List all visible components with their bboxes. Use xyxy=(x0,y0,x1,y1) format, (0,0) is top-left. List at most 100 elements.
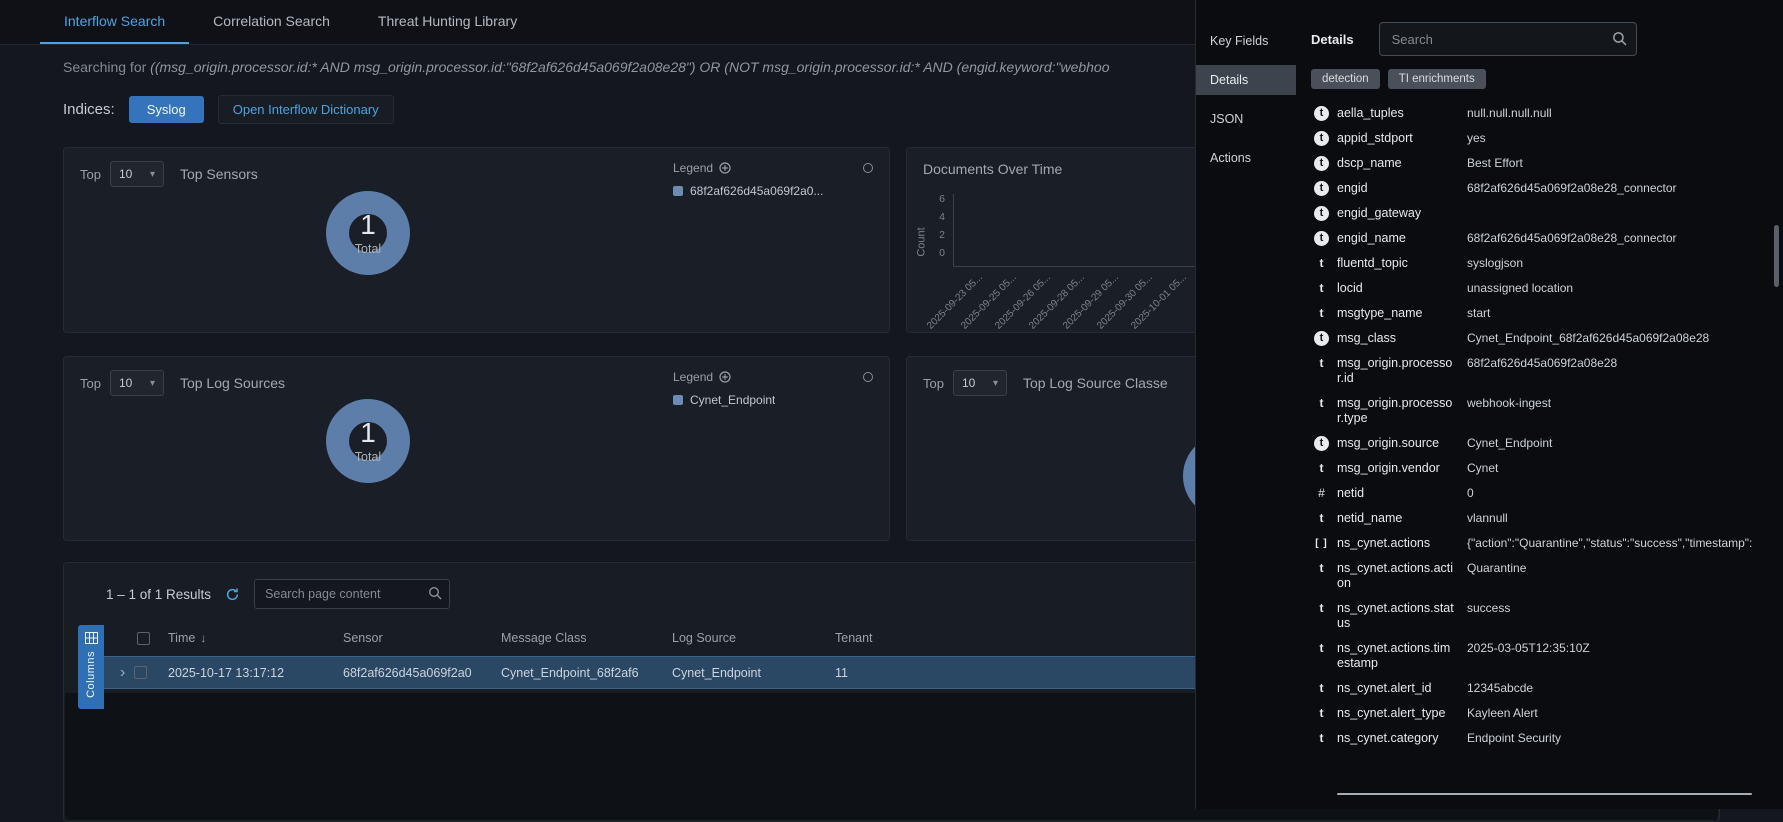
text-type-icon: t xyxy=(1314,256,1329,271)
panel-title: Top Sensors xyxy=(180,166,258,182)
vertical-scrollbar[interactable] xyxy=(1774,225,1779,287)
donut-total-label: Total xyxy=(355,450,381,464)
detail-search-input[interactable] xyxy=(1379,22,1637,56)
page-search-input[interactable] xyxy=(254,579,450,609)
field-row: tmsg_origin.vendorCynet xyxy=(1311,456,1757,481)
top-log-sources-donut-chart[interactable]: 1 Total xyxy=(326,399,410,483)
field-value: syslogjson xyxy=(1467,256,1757,271)
field-name[interactable]: engid_name xyxy=(1337,231,1455,246)
top-sensors-donut-chart[interactable]: 1 Total xyxy=(326,191,410,275)
field-row: tdscp_nameBest Effort xyxy=(1311,151,1757,176)
field-row: tmsgtype_namestart xyxy=(1311,301,1757,326)
field-name[interactable]: ns_cynet.alert_id xyxy=(1337,681,1455,696)
legend-item[interactable]: 68f2af626d45a069f2a0... xyxy=(673,184,845,198)
field-name[interactable]: msg_origin.processor.type xyxy=(1337,396,1455,426)
field-name[interactable]: msg_origin.source xyxy=(1337,436,1455,451)
text-type-icon: t xyxy=(1314,461,1329,476)
chart-legend: Legend 68f2af626d45a069f2a0... xyxy=(673,161,845,198)
field-name[interactable]: netid_name xyxy=(1337,511,1455,526)
legend-item[interactable]: Cynet_Endpoint xyxy=(673,393,845,407)
field-name[interactable]: msg_class xyxy=(1337,331,1455,346)
column-header-sensor[interactable]: Sensor xyxy=(343,631,501,645)
top-n-select[interactable]: 10 ▾ xyxy=(110,370,164,396)
field-row: tengid_name68f2af626d45a069f2a08e28_conn… xyxy=(1311,226,1757,251)
record-detail-panel: Key Fields Details JSON Actions Details det… xyxy=(1195,0,1783,809)
row-checkbox[interactable] xyxy=(134,666,147,679)
field-name[interactable]: ns_cynet.actions xyxy=(1337,536,1455,551)
y-axis-tick: 6 xyxy=(929,190,945,208)
y-axis-tick: 2 xyxy=(929,226,945,244)
panel-menu-icon[interactable] xyxy=(863,163,873,173)
expand-row-icon[interactable]: › xyxy=(120,667,125,679)
top-n-select[interactable]: 10 ▾ xyxy=(953,370,1007,396)
field-value: start xyxy=(1467,306,1757,321)
open-interflow-dictionary-button[interactable]: Open Interflow Dictionary xyxy=(218,95,394,124)
top-n-select[interactable]: 10 ▾ xyxy=(110,161,164,187)
tab-correlation-search[interactable]: Correlation Search xyxy=(189,0,354,44)
field-value: 12345abcde xyxy=(1467,681,1757,696)
legend-item-label: 68f2af626d45a069f2a0... xyxy=(690,184,823,198)
field-value: 2025-03-05T12:35:10Z xyxy=(1467,641,1757,656)
field-value: 0 xyxy=(1467,486,1757,501)
column-header-log-source[interactable]: Log Source xyxy=(672,631,835,645)
text-type-icon: t xyxy=(1314,561,1329,576)
tab-interflow-search[interactable]: Interflow Search xyxy=(40,0,189,44)
field-name[interactable]: msg_origin.processor.id xyxy=(1337,356,1455,386)
field-value: Kayleen Alert xyxy=(1467,706,1757,721)
refresh-button[interactable] xyxy=(225,587,240,602)
field-value: Quarantine xyxy=(1467,561,1757,576)
field-name[interactable]: ns_cynet.actions.status xyxy=(1337,601,1455,631)
field-name[interactable]: engid_gateway xyxy=(1337,206,1455,221)
y-axis-label: Count xyxy=(916,227,928,256)
field-value: Endpoint Security xyxy=(1467,731,1757,746)
field-name[interactable]: aella_tuples xyxy=(1337,106,1455,121)
column-header-time[interactable]: Time↓ xyxy=(168,631,343,645)
chevron-down-icon: ▾ xyxy=(150,169,155,180)
field-name[interactable]: msgtype_name xyxy=(1337,306,1455,321)
y-axis-tick: 4 xyxy=(929,208,945,226)
panel-menu-icon[interactable] xyxy=(863,372,873,382)
tab-threat-hunting-library[interactable]: Threat Hunting Library xyxy=(354,0,541,44)
legend-position-icon[interactable] xyxy=(719,162,731,174)
donut-center-label: 1 Total xyxy=(326,191,410,275)
detail-nav-json[interactable]: JSON xyxy=(1196,104,1296,134)
field-value: success xyxy=(1467,601,1757,616)
field-name[interactable]: ns_cynet.category xyxy=(1337,731,1455,746)
legend-position-icon[interactable] xyxy=(719,371,731,383)
detail-nav-actions[interactable]: Actions xyxy=(1196,143,1296,173)
field-name[interactable]: dscp_name xyxy=(1337,156,1455,171)
field-name[interactable]: msg_origin.vendor xyxy=(1337,461,1455,476)
field-name[interactable]: netid xyxy=(1337,486,1455,501)
select-all-checkbox[interactable] xyxy=(137,632,150,645)
text-type-icon: t xyxy=(1314,731,1329,746)
field-row: taella_tuplesnull.null.null.null xyxy=(1311,101,1757,126)
field-row: t ns_cynet.category Endpoint Security xyxy=(1311,726,1757,751)
field-row: tns_cynet.actions.timestamp2025-03-05T12… xyxy=(1311,636,1757,676)
field-row: tengid_gateway xyxy=(1311,201,1757,226)
tag-detection[interactable]: detection xyxy=(1311,69,1380,89)
columns-button[interactable]: Columns xyxy=(78,625,104,709)
field-value: 68f2af626d45a069f2a08e28 xyxy=(1467,356,1757,371)
field-value: Cynet_Endpoint xyxy=(1467,436,1757,451)
field-name[interactable]: fluentd_topic xyxy=(1337,256,1455,271)
keyword-type-icon: t xyxy=(1314,106,1329,121)
syslog-index-button[interactable]: Syslog xyxy=(129,96,204,123)
column-header-message-class[interactable]: Message Class xyxy=(501,631,672,645)
field-name[interactable]: ns_cynet.alert_type xyxy=(1337,706,1455,721)
top-log-sources-panel: Top 10 ▾ Top Log Sources Legend Cynet_En… xyxy=(63,356,890,541)
panel-title: Top Log Source Classe xyxy=(1023,375,1168,391)
detail-panel-title: Details xyxy=(1311,32,1354,47)
field-name[interactable]: ns_cynet.actions.timestamp xyxy=(1337,641,1455,671)
tag-ti-enrichments[interactable]: TI enrichments xyxy=(1388,69,1486,89)
detail-nav-key-fields[interactable]: Key Fields xyxy=(1196,26,1296,56)
field-name[interactable]: locid xyxy=(1337,281,1455,296)
field-name[interactable]: ns_cynet.actions.action xyxy=(1337,561,1455,591)
detail-nav-details[interactable]: Details xyxy=(1196,65,1296,95)
keyword-type-icon: t xyxy=(1314,231,1329,246)
horizontal-scrollbar[interactable] xyxy=(1337,793,1752,795)
y-axis-line xyxy=(953,194,954,266)
field-row: #netid0 xyxy=(1311,481,1757,506)
field-name[interactable]: appid_stdport xyxy=(1337,131,1455,146)
field-value: yes xyxy=(1467,131,1757,146)
field-name[interactable]: engid xyxy=(1337,181,1455,196)
